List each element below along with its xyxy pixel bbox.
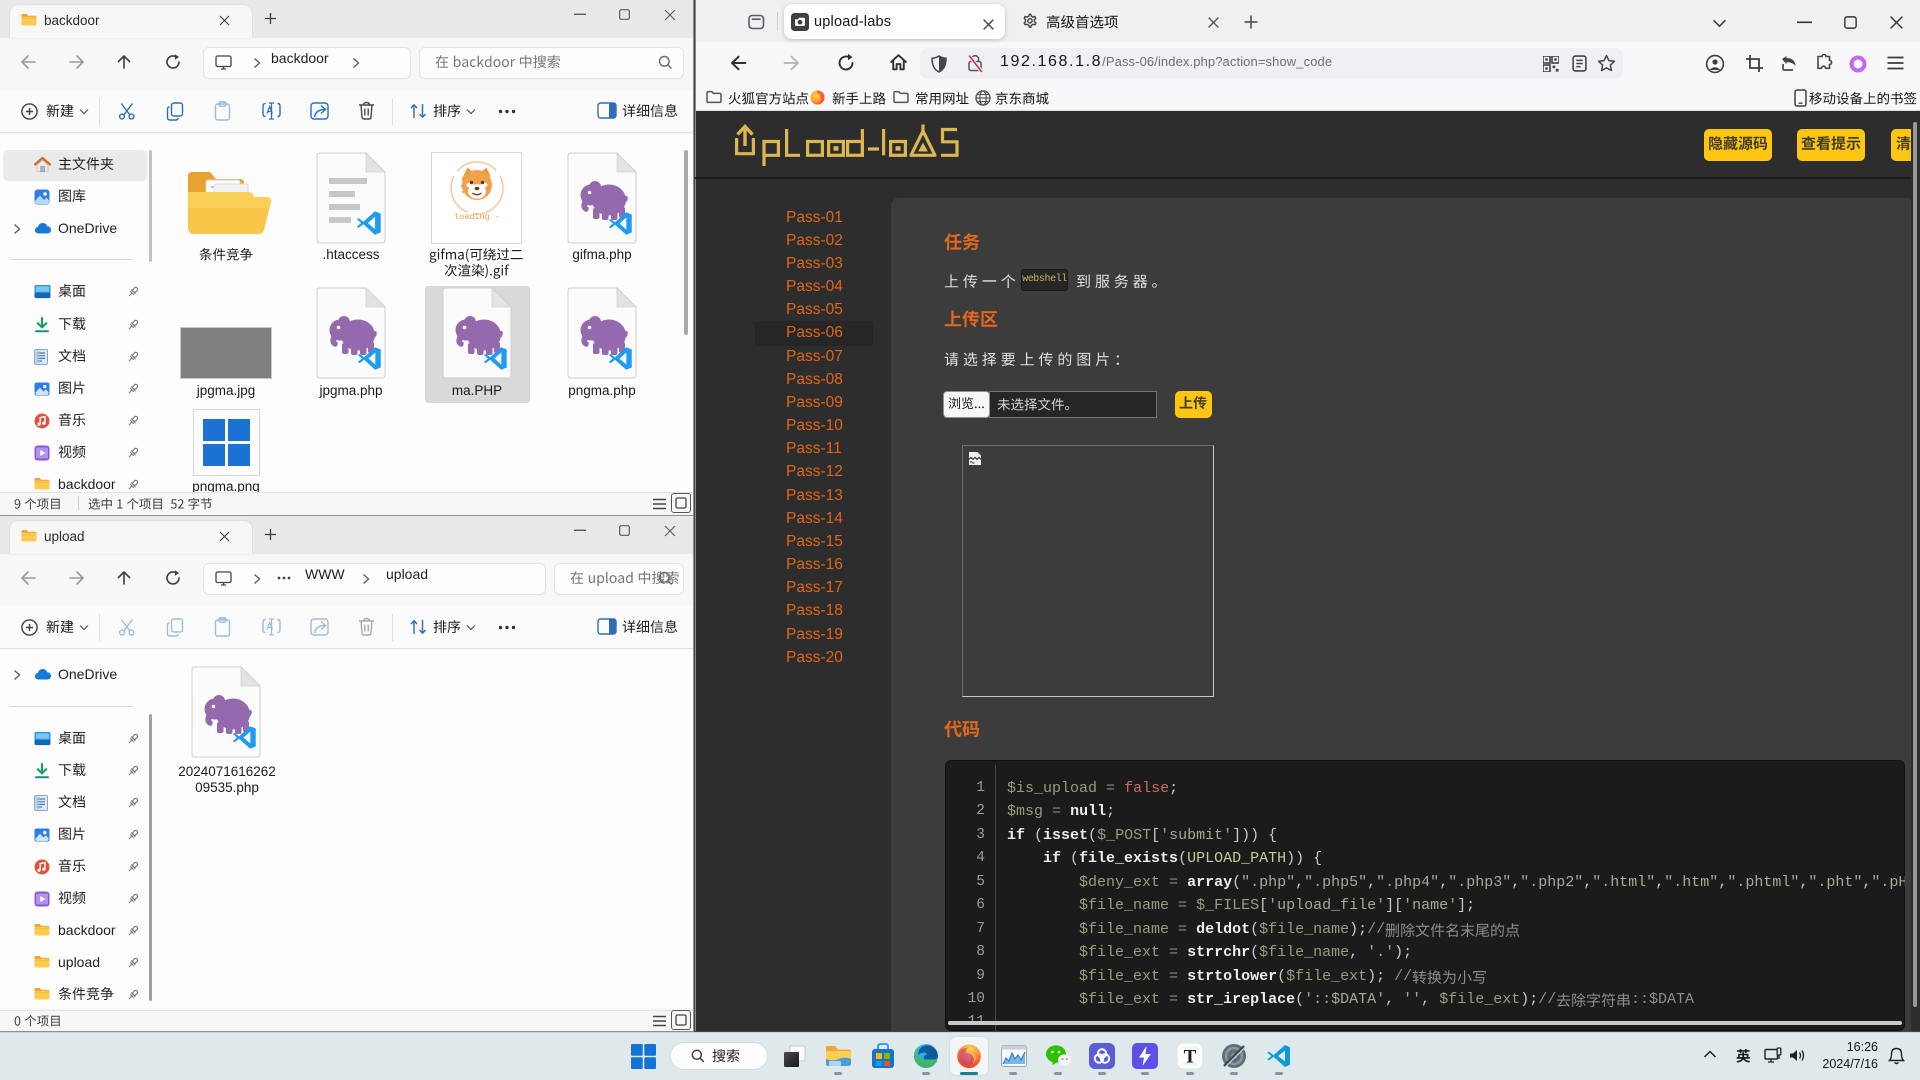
svg-text:loading -: loading -: [454, 212, 500, 222]
svg-text:T: T: [1184, 1047, 1197, 1068]
